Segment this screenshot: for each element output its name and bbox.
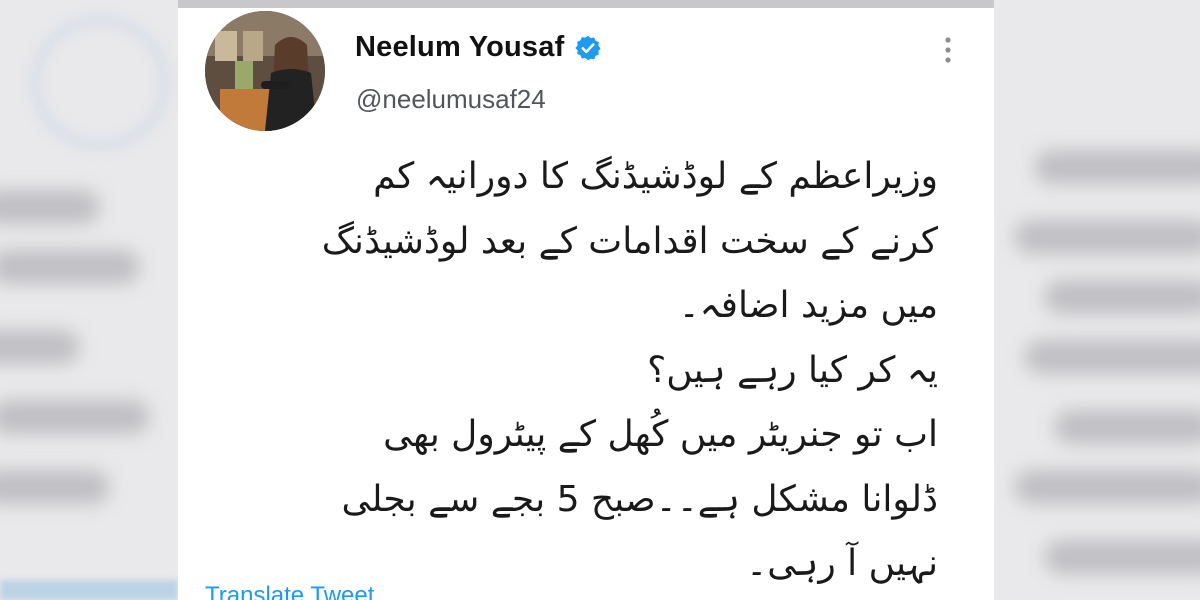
tweet-text-line: یہ کر کیا رہے ہیں؟: [647, 349, 938, 391]
blurred-background-right: [994, 0, 1200, 600]
tweet-text-line: ڈلوانا مشکل ہے۔۔صبح 5 بجے سے بجلی: [341, 478, 938, 520]
tweet-text: وزیراعظم کے لوڈشیڈنگ کا دورانیہ کم کرنے …: [238, 145, 938, 597]
display-name[interactable]: Neelum Yousaf: [355, 31, 564, 64]
blurred-text: [0, 470, 110, 504]
blurred-text: [1024, 340, 1200, 374]
user-handle[interactable]: @neelumusaf24: [356, 84, 546, 115]
blurred-logo: [30, 15, 170, 150]
blurred-text: [1044, 540, 1200, 574]
verified-badge-icon: [574, 34, 602, 62]
tweet-text-line: اب تو جنریٹر میں کُھل کے پیٹرول بھی: [383, 414, 938, 455]
blurred-text: [0, 400, 150, 434]
tweet-text-line: وزیراعظم کے لوڈشیڈنگ کا دورانیہ کم: [373, 156, 938, 197]
blurred-strip: [0, 580, 178, 600]
blurred-text: [1034, 150, 1200, 184]
tweet-text-line: کرنے کے سخت اقدامات کے بعد لوڈشیڈنگ: [321, 220, 938, 262]
profile-photo-icon: [205, 11, 325, 131]
blurred-text: [1054, 410, 1200, 444]
author-name-row[interactable]: Neelum Yousaf: [355, 31, 602, 64]
tweet-text-line: میں مزید اضافہ۔: [678, 285, 938, 326]
blurred-text: [1014, 220, 1200, 254]
blurred-text: [1044, 280, 1200, 314]
blurred-text: [0, 190, 100, 224]
avatar[interactable]: [205, 11, 325, 131]
more-vertical-icon[interactable]: [936, 34, 960, 68]
blurred-text: [0, 250, 140, 284]
blurred-text: [0, 330, 80, 364]
blurred-text: [1014, 470, 1200, 504]
top-divider: [178, 0, 994, 8]
blurred-background-left: [0, 0, 178, 600]
tweet-card: Neelum Yousaf @neelumusaf24 وزیراعظم کے …: [178, 0, 994, 600]
translate-tweet-link[interactable]: Translate Tweet: [205, 582, 374, 600]
